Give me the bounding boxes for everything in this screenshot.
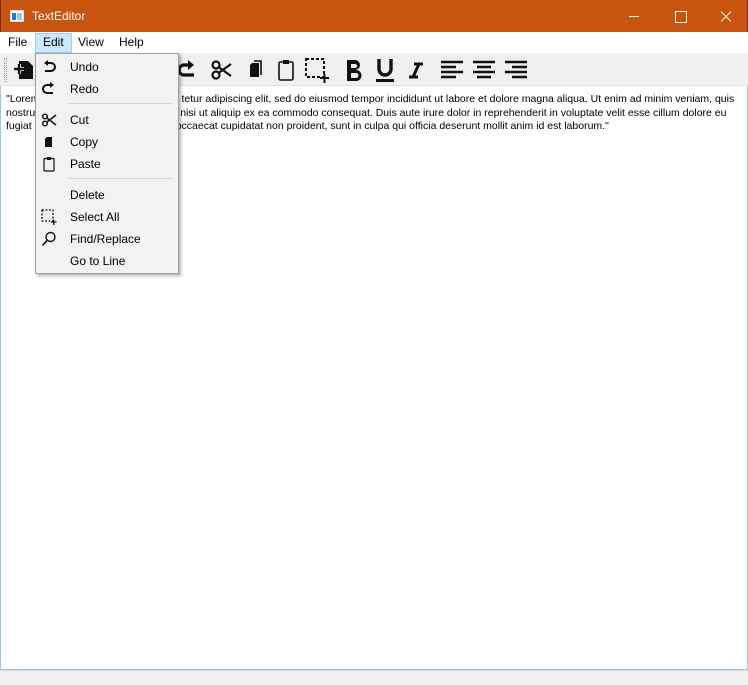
menu-item-select-all[interactable]: Select All <box>37 206 177 228</box>
bold-button[interactable] <box>340 56 368 84</box>
copy-icon <box>41 134 57 150</box>
underline-button[interactable] <box>371 56 399 84</box>
line-2-start: nostru <box>6 106 36 119</box>
menu-item-label: Copy <box>70 135 99 149</box>
align-left-button[interactable] <box>438 56 466 84</box>
align-left-icon <box>441 60 463 79</box>
menu-item-go-to-line[interactable]: Go to Line <box>37 250 177 272</box>
window-title: TextEditor <box>32 9 86 23</box>
menu-separator <box>68 103 173 104</box>
paste-button[interactable] <box>272 56 300 84</box>
menu-item-label: Go to Line <box>70 254 126 268</box>
status-bar <box>0 670 748 685</box>
paste-icon <box>41 156 57 172</box>
menu-item-redo[interactable]: Redo <box>37 78 177 100</box>
cut-button[interactable] <box>208 56 236 84</box>
menu-item-label: Find/Replace <box>70 232 141 246</box>
select-all-icon <box>305 58 329 83</box>
menu-view[interactable]: View <box>71 33 111 53</box>
menu-item-label: Undo <box>70 60 99 74</box>
line-3-end: occaecat cupidatat non proident, sunt in… <box>175 120 609 132</box>
menu-item-undo[interactable]: Undo <box>37 56 177 78</box>
select-all-icon <box>41 209 57 225</box>
menu-separator <box>68 178 173 179</box>
menu-bar: File Edit View Help <box>0 32 748 53</box>
italic-icon <box>409 62 423 79</box>
menu-file[interactable]: File <box>1 33 34 53</box>
paste-icon <box>278 60 294 81</box>
align-center-icon <box>473 60 495 79</box>
align-center-button[interactable] <box>470 56 498 84</box>
menu-item-label: Select All <box>70 210 120 224</box>
toolbar-grip[interactable] <box>4 58 7 82</box>
cut-icon <box>211 60 232 80</box>
select-all-button[interactable] <box>303 56 331 84</box>
underline-icon <box>376 59 394 82</box>
menu-edit[interactable]: Edit <box>35 33 72 53</box>
menu-help[interactable]: Help <box>112 33 151 53</box>
title-bar[interactable]: TextEditor <box>0 0 748 32</box>
italic-button[interactable] <box>402 56 430 84</box>
menu-item-label: Delete <box>70 188 105 202</box>
undo-icon <box>41 59 57 75</box>
line-2-end: nisi ut aliquip ex ea commodo consequat.… <box>180 106 727 119</box>
app-icon <box>10 10 24 22</box>
menu-item-paste[interactable]: Paste <box>37 153 177 175</box>
new-file-icon <box>14 61 33 79</box>
menu-item-copy[interactable]: Copy <box>37 131 177 153</box>
copy-button[interactable] <box>241 56 269 84</box>
edit-dropdown-menu: Undo Redo Cut Copy Paste Delete Select A… <box>35 53 179 274</box>
menu-item-cut[interactable]: Cut <box>37 109 177 131</box>
menu-item-delete[interactable]: Delete <box>37 184 177 206</box>
copy-icon <box>250 60 262 77</box>
redo-icon <box>41 81 57 97</box>
menu-item-label: Cut <box>70 113 89 127</box>
align-right-icon <box>505 60 527 79</box>
search-icon <box>41 231 57 247</box>
line-3-start: fugiat <box>6 120 32 132</box>
menu-item-label: Paste <box>70 157 101 171</box>
menu-item-label: Redo <box>70 82 99 96</box>
align-right-button[interactable] <box>502 56 530 84</box>
close-button[interactable] <box>703 0 748 32</box>
cut-icon <box>41 112 57 128</box>
maximize-button[interactable] <box>657 0 703 32</box>
minimize-button[interactable] <box>611 0 657 32</box>
line-1-end: tetur adipiscing elit, sed do eiusmod te… <box>181 93 735 105</box>
menu-item-find-replace[interactable]: Find/Replace <box>37 228 177 250</box>
bold-icon <box>347 60 362 81</box>
